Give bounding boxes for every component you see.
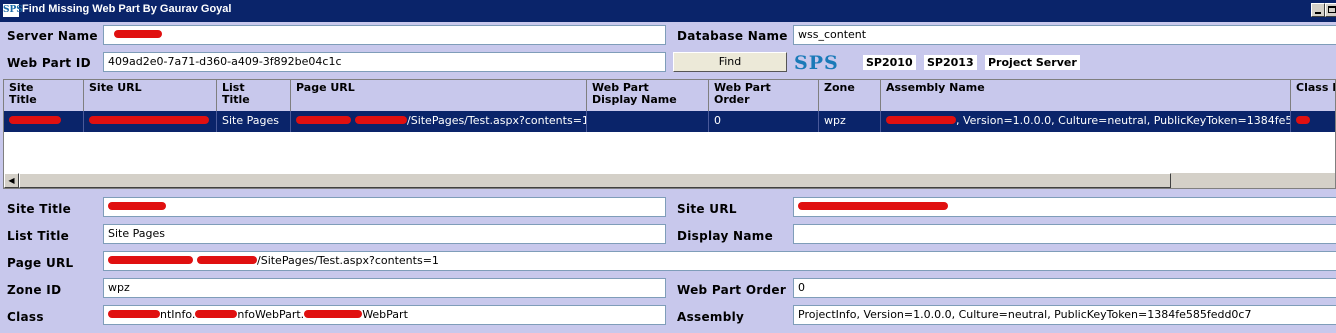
cell-site-title <box>4 111 84 132</box>
site-url-label: Site URL <box>677 202 737 216</box>
zone-id-label: Zone ID <box>7 283 62 297</box>
page-url-text: /SitePages/Test.aspx?contents=1 <box>407 114 587 127</box>
page-url-field[interactable]: /SitePages/Test.aspx?contents=1 <box>103 251 1336 271</box>
column-site-title[interactable]: Site Title <box>4 80 84 111</box>
column-list-title[interactable]: List Title <box>217 80 291 111</box>
column-class-name[interactable]: Class N <box>1291 80 1335 111</box>
class-text-part-2: nfoWebPart. <box>237 308 305 321</box>
redaction-mark <box>108 256 193 264</box>
assembly-label: Assembly <box>677 310 745 324</box>
web-part-order-field[interactable]: 0 <box>793 278 1336 298</box>
web-part-id-label: Web Part ID <box>7 56 91 70</box>
class-field[interactable]: ntInfo. nfoWebPart. WebPart <box>103 305 666 325</box>
scrollbar-thumb[interactable] <box>19 173 1171 188</box>
cell-class-name <box>1291 111 1335 132</box>
column-assembly-name[interactable]: Assembly Name <box>881 80 1291 111</box>
redaction-mark <box>355 116 407 124</box>
display-name-label: Display Name <box>677 229 774 243</box>
column-web-part-display-name[interactable]: Web Part Display Name <box>587 80 709 111</box>
redaction-mark <box>798 202 948 210</box>
results-grid[interactable]: Site Title Site URL List Title Page URL … <box>3 79 1336 189</box>
class-label: Class <box>7 310 44 324</box>
redaction-mark <box>9 116 61 124</box>
redaction-mark <box>108 310 160 318</box>
site-title-field[interactable] <box>103 197 666 217</box>
database-name-field[interactable]: wss_content <box>793 25 1336 45</box>
page-url-text: /SitePages/Test.aspx?contents=1 <box>257 254 439 267</box>
column-web-part-order[interactable]: Web Part Order <box>709 80 819 111</box>
cell-zone: wpz <box>819 111 881 132</box>
class-text-part-3: WebPart <box>362 308 408 321</box>
zone-id-field[interactable]: wpz <box>103 278 666 298</box>
cell-web-part-order: 0 <box>709 111 819 132</box>
grid-header: Site Title Site URL List Title Page URL … <box>4 80 1335 112</box>
redaction-mark <box>195 310 238 318</box>
redaction-mark <box>886 116 956 124</box>
window-title-bar: SPS Find Missing Web Part By Gaurav Goya… <box>0 0 1336 22</box>
column-site-url[interactable]: Site URL <box>84 80 217 111</box>
window-title: Find Missing Web Part By Gaurav Goyal <box>22 3 232 15</box>
table-row[interactable]: Site Pages /SitePages/Test.aspx?contents… <box>4 111 1335 132</box>
redaction-mark <box>108 202 166 210</box>
database-name-label: Database Name <box>677 29 788 43</box>
cell-site-url <box>84 111 217 132</box>
redaction-mark <box>304 310 363 318</box>
cell-list-title: Site Pages <box>217 111 291 132</box>
list-title-field[interactable]: Site Pages <box>103 224 666 244</box>
column-page-url[interactable]: Page URL <box>291 80 587 111</box>
horizontal-scrollbar[interactable]: ◀ <box>4 173 1335 188</box>
redaction-mark <box>114 30 162 38</box>
server-name-field[interactable] <box>103 25 666 45</box>
find-button[interactable]: Find <box>673 52 787 72</box>
redaction-mark <box>197 256 257 264</box>
tag-sp2013: SP2013 <box>924 55 977 70</box>
assembly-text: ProjectInfo, Version=1.0.0.0, Culture=ne… <box>798 308 1252 321</box>
list-title-label: List Title <box>7 229 70 243</box>
sps-brand-logo: SPS <box>794 52 839 74</box>
page-url-label: Page URL <box>7 256 74 270</box>
display-name-field[interactable] <box>793 224 1336 244</box>
minimize-button[interactable] <box>1311 3 1325 17</box>
class-text-part-1: ntInfo. <box>160 308 196 321</box>
site-title-label: Site Title <box>7 202 72 216</box>
cell-web-part-display-name <box>587 111 709 132</box>
server-name-label: Server Name <box>7 29 98 43</box>
redaction-mark <box>89 116 209 124</box>
redaction-mark <box>296 116 351 124</box>
maximize-button[interactable] <box>1325 3 1336 17</box>
tag-sp2010: SP2010 <box>863 55 916 70</box>
app-logo-icon: SPS <box>3 4 23 17</box>
cell-assembly-name: , Version=1.0.0.0, Culture=neutral, Publ… <box>881 111 1291 132</box>
tag-project-server: Project Server <box>985 55 1080 70</box>
scroll-left-icon[interactable]: ◀ <box>4 173 19 188</box>
web-part-id-field[interactable]: 409ad2e0-7a71-d360-a409-3f892be04c1c <box>103 52 666 72</box>
redaction-mark <box>1296 116 1310 124</box>
cell-page-url: /SitePages/Test.aspx?contents=1 <box>291 111 587 132</box>
web-part-order-label: Web Part Order <box>677 283 787 297</box>
assembly-field[interactable]: ProjectInfo, Version=1.0.0.0, Culture=ne… <box>793 305 1336 325</box>
assembly-text: , Version=1.0.0.0, Culture=neutral, Publ… <box>956 114 1290 127</box>
column-zone[interactable]: Zone <box>819 80 881 111</box>
site-url-field[interactable] <box>793 197 1336 217</box>
